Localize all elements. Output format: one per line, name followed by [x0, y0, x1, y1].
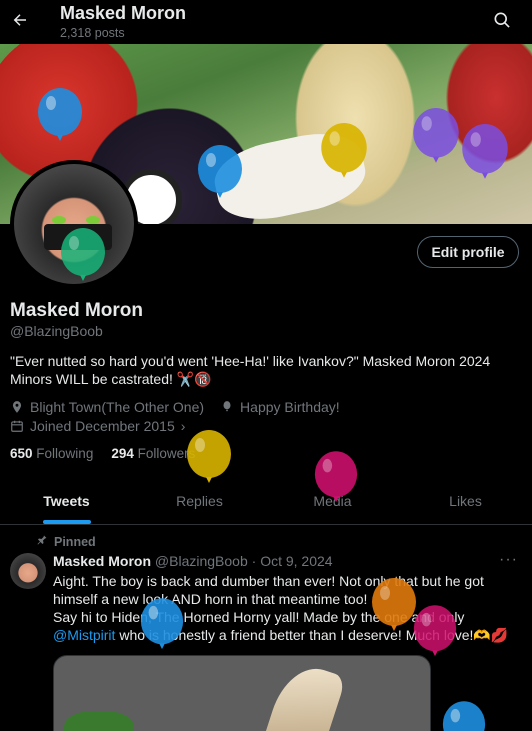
joined-text: Joined December 2015 [30, 418, 175, 434]
pin-icon [36, 534, 48, 549]
mention-link[interactable]: @Mistpirit [53, 627, 115, 643]
tweet-header: Masked Moron @BlazingBoob · Oct 9, 2024 [53, 553, 333, 569]
back-arrow-icon[interactable] [8, 6, 32, 34]
birthday-text: Happy Birthday! [240, 399, 340, 415]
avatar[interactable] [10, 160, 138, 288]
location-text: Blight Town(The Other One) [30, 399, 205, 415]
profile-page: Masked Moron 2,318 posts Edit profile Ma… [0, 0, 532, 731]
balloon-icon [220, 400, 234, 414]
calendar-icon [10, 419, 24, 433]
profile-handle: @BlazingBoob [10, 323, 103, 339]
follow-stats: 650 Following 294 Followers [10, 446, 195, 461]
tab-tweets[interactable]: Tweets [0, 478, 133, 524]
tab-media[interactable]: Media [266, 478, 399, 524]
followers-link[interactable]: 294 Followers [111, 446, 195, 461]
profile-bio: "Ever nutted so hard you'd went 'Hee-Ha!… [10, 353, 491, 387]
tweet-text: Aight. The boy is back and dumber than e… [53, 573, 509, 643]
pinned-label: Pinned [54, 534, 96, 549]
location-icon [10, 400, 24, 414]
pinned-indicator: Pinned [36, 534, 96, 549]
more-icon[interactable]: ··· [499, 551, 518, 569]
tweet-media-image[interactable] [53, 655, 431, 731]
chevron-right-icon[interactable]: › [181, 418, 186, 434]
tab-replies[interactable]: Replies [133, 478, 266, 524]
post-count: 2,318 posts [60, 26, 125, 40]
tab-likes[interactable]: Likes [399, 478, 532, 524]
top-bar: Masked Moron 2,318 posts [0, 0, 532, 44]
following-link[interactable]: 650 Following [10, 446, 93, 461]
profile-name: Masked Moron [10, 300, 144, 321]
profile-tabs: Tweets Replies Media Likes [0, 478, 532, 525]
profile-meta-row-1: Blight Town(The Other One) Happy Birthda… [10, 399, 340, 415]
page-title: Masked Moron [60, 3, 187, 23]
tweet-author[interactable]: Masked Moron [53, 553, 151, 569]
balloon-icon [442, 701, 486, 731]
profile-meta-row-2: Joined December 2015 › [10, 418, 185, 434]
edit-profile-button[interactable]: Edit profile [417, 236, 519, 268]
search-icon[interactable] [492, 10, 514, 32]
tweet-avatar[interactable] [10, 553, 46, 589]
tweet-handle[interactable]: @BlazingBoob [155, 553, 248, 569]
header-title-group: Masked Moron 2,318 posts [60, 3, 186, 40]
tweet-date[interactable]: Oct 9, 2024 [260, 553, 332, 569]
